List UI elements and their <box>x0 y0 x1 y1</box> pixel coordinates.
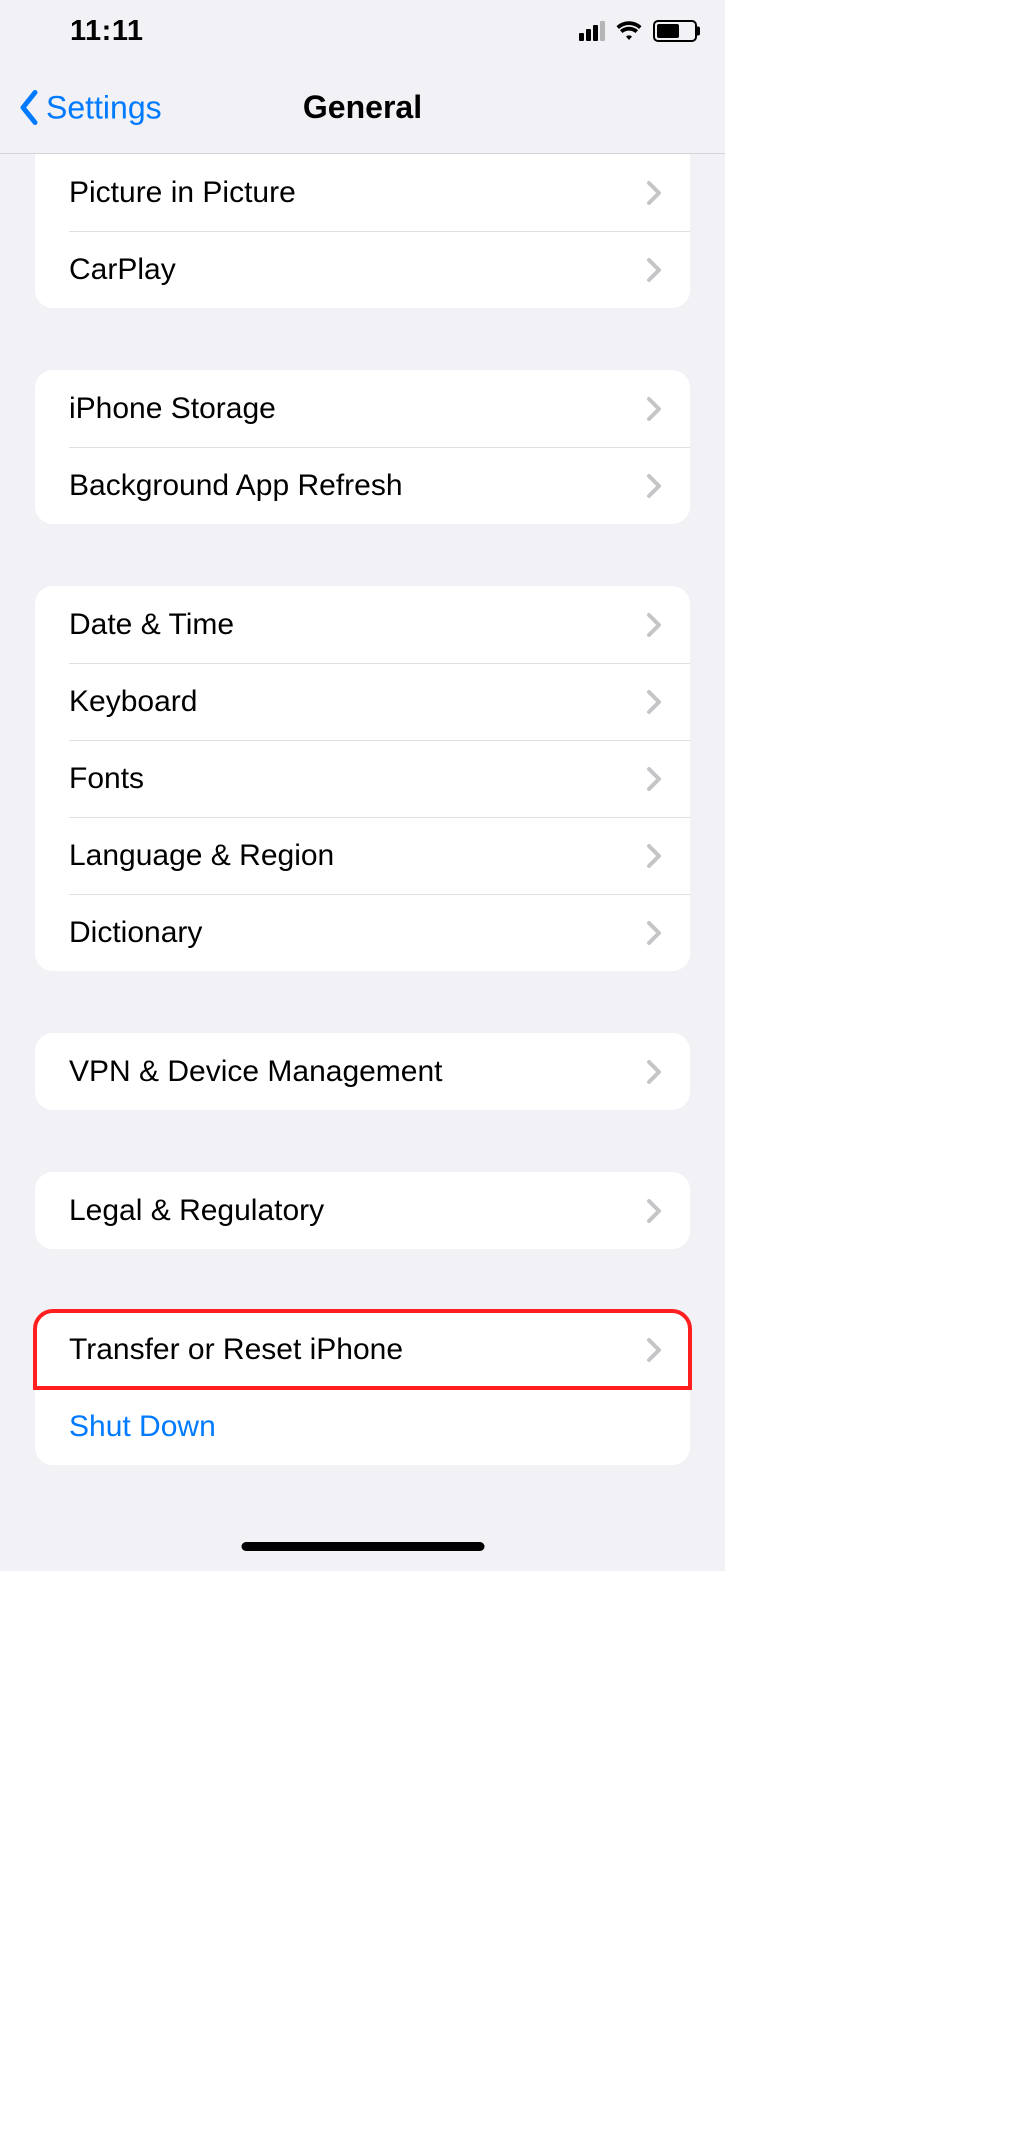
back-button[interactable]: Settings <box>18 89 162 126</box>
battery-icon <box>653 20 697 42</box>
row-iphone-storage[interactable]: iPhone Storage <box>35 370 690 447</box>
row-carplay[interactable]: CarPlay <box>35 231 690 308</box>
settings-content: Picture in Picture CarPlay iPhone Storage B… <box>0 154 725 1505</box>
status-bar: 11:11 <box>0 0 725 62</box>
home-indicator[interactable] <box>241 1542 484 1551</box>
chevron-right-icon <box>646 1059 662 1085</box>
row-label: Fonts <box>69 762 144 796</box>
row-label: Picture in Picture <box>69 176 296 210</box>
settings-group: Picture in Picture CarPlay <box>35 154 690 308</box>
chevron-right-icon <box>646 843 662 869</box>
settings-group: Transfer or Reset iPhone Shut Down <box>35 1311 690 1465</box>
status-time: 11:11 <box>0 15 143 48</box>
row-language-region[interactable]: Language & Region <box>35 817 690 894</box>
page-margin-right <box>725 0 1025 2133</box>
status-indicators <box>579 20 697 42</box>
row-label: Legal & Regulatory <box>69 1194 324 1228</box>
row-label: Shut Down <box>69 1410 216 1444</box>
row-date-time[interactable]: Date & Time <box>35 586 690 663</box>
row-label: Transfer or Reset iPhone <box>69 1333 403 1367</box>
settings-group: Legal & Regulatory <box>35 1172 690 1249</box>
settings-group: iPhone Storage Background App Refresh <box>35 370 690 524</box>
row-label: Keyboard <box>69 685 197 719</box>
row-picture-in-picture[interactable]: Picture in Picture <box>35 154 690 231</box>
row-label: Date & Time <box>69 608 234 642</box>
chevron-right-icon <box>646 396 662 422</box>
row-transfer-reset[interactable]: Transfer or Reset iPhone <box>35 1311 690 1388</box>
chevron-left-icon <box>18 90 40 126</box>
row-label: Dictionary <box>69 916 202 950</box>
row-label: Background App Refresh <box>69 469 403 503</box>
chevron-right-icon <box>646 180 662 206</box>
row-vpn-device-management[interactable]: VPN & Device Management <box>35 1033 690 1110</box>
row-label: Language & Region <box>69 839 334 873</box>
row-background-app-refresh[interactable]: Background App Refresh <box>35 447 690 524</box>
row-keyboard[interactable]: Keyboard <box>35 663 690 740</box>
settings-group: Date & Time Keyboard Fonts Language & Regio… <box>35 586 690 971</box>
row-fonts[interactable]: Fonts <box>35 740 690 817</box>
page-title: General <box>303 89 422 126</box>
chevron-right-icon <box>646 766 662 792</box>
page-margin-bottom <box>0 1571 725 2133</box>
chevron-right-icon <box>646 257 662 283</box>
row-label: CarPlay <box>69 253 176 287</box>
chevron-right-icon <box>646 1337 662 1363</box>
cellular-signal-icon <box>579 21 605 41</box>
row-label: iPhone Storage <box>69 392 276 426</box>
screen: 11:11 Settings General Picture in Pictur… <box>0 0 725 1571</box>
chevron-right-icon <box>646 612 662 638</box>
row-shut-down[interactable]: Shut Down <box>35 1388 690 1465</box>
wifi-icon <box>615 20 643 42</box>
nav-bar: Settings General <box>0 62 725 154</box>
row-dictionary[interactable]: Dictionary <box>35 894 690 971</box>
back-label: Settings <box>46 89 162 126</box>
chevron-right-icon <box>646 473 662 499</box>
settings-group: VPN & Device Management <box>35 1033 690 1110</box>
chevron-right-icon <box>646 920 662 946</box>
row-label: VPN & Device Management <box>69 1055 443 1089</box>
chevron-right-icon <box>646 689 662 715</box>
row-legal-regulatory[interactable]: Legal & Regulatory <box>35 1172 690 1249</box>
chevron-right-icon <box>646 1198 662 1224</box>
